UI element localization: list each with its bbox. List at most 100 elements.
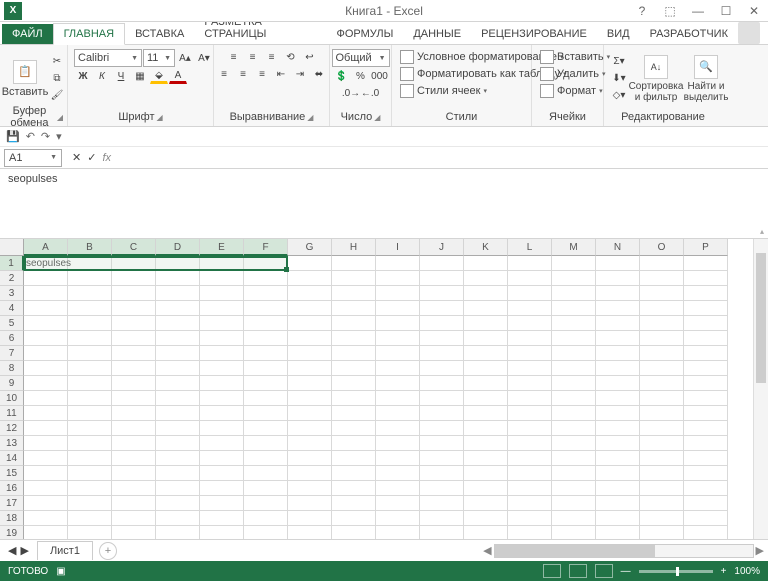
cell[interactable] <box>156 376 200 391</box>
italic-button[interactable]: К <box>93 68 111 84</box>
qat-redo-icon[interactable]: ↷ <box>41 130 50 143</box>
cell[interactable] <box>684 406 728 421</box>
cell[interactable] <box>508 436 552 451</box>
cell[interactable] <box>200 331 244 346</box>
cell[interactable] <box>376 421 420 436</box>
cell[interactable] <box>464 391 508 406</box>
cell[interactable] <box>464 466 508 481</box>
dialog-launcher-icon[interactable]: ◢ <box>57 113 63 122</box>
cell[interactable] <box>24 301 68 316</box>
cell[interactable] <box>112 316 156 331</box>
cell[interactable] <box>596 481 640 496</box>
cell[interactable] <box>684 511 728 526</box>
cell[interactable] <box>640 481 684 496</box>
cell[interactable] <box>332 391 376 406</box>
cell[interactable] <box>112 361 156 376</box>
cell[interactable] <box>376 271 420 286</box>
tab-developer[interactable]: РАЗРАБОТЧИК <box>640 24 738 44</box>
cell[interactable] <box>684 271 728 286</box>
cell[interactable] <box>684 421 728 436</box>
fx-icon[interactable]: fx <box>102 152 111 164</box>
help-icon[interactable]: ? <box>628 1 656 21</box>
cell[interactable] <box>288 436 332 451</box>
column-header[interactable]: H <box>332 239 376 256</box>
cell[interactable] <box>332 346 376 361</box>
cell[interactable] <box>244 391 288 406</box>
comma-icon[interactable]: 000 <box>371 68 389 84</box>
column-header[interactable]: F <box>244 239 288 256</box>
cell[interactable] <box>684 286 728 301</box>
column-header[interactable]: J <box>420 239 464 256</box>
cell[interactable] <box>112 346 156 361</box>
cell[interactable] <box>24 421 68 436</box>
cell[interactable] <box>376 256 420 271</box>
cell[interactable] <box>68 271 112 286</box>
cell[interactable] <box>640 346 684 361</box>
cell[interactable] <box>376 286 420 301</box>
cell[interactable] <box>508 346 552 361</box>
cell[interactable] <box>156 421 200 436</box>
cell[interactable] <box>464 361 508 376</box>
cell[interactable] <box>640 256 684 271</box>
row-header[interactable]: 5 <box>0 316 24 331</box>
decrease-decimal-icon[interactable]: ←.0 <box>361 85 379 101</box>
cell[interactable] <box>420 481 464 496</box>
sort-filter-button[interactable]: A↓ Сортировка и фильтр <box>632 53 680 105</box>
row-header[interactable]: 8 <box>0 361 24 376</box>
view-pagebreak-icon[interactable] <box>595 564 613 578</box>
tab-formulas[interactable]: ФОРМУЛЫ <box>326 24 403 44</box>
row-header[interactable]: 7 <box>0 346 24 361</box>
cell[interactable] <box>508 511 552 526</box>
cell[interactable] <box>596 331 640 346</box>
cell[interactable] <box>508 526 552 539</box>
decrease-font-icon[interactable]: A▾ <box>195 50 213 66</box>
cell[interactable] <box>596 391 640 406</box>
cell[interactable] <box>332 406 376 421</box>
row-header[interactable]: 3 <box>0 286 24 301</box>
cell[interactable] <box>200 301 244 316</box>
format-painter-icon[interactable]: 🖌 <box>48 88 66 104</box>
cell[interactable] <box>552 421 596 436</box>
cell[interactable] <box>24 496 68 511</box>
spreadsheet-grid[interactable]: ABCDEFGHIJKLMNOP 1seopulses2345678910111… <box>0 239 768 539</box>
dialog-launcher-icon[interactable]: ◢ <box>374 113 380 122</box>
cell[interactable] <box>200 511 244 526</box>
cell[interactable] <box>640 286 684 301</box>
cell[interactable] <box>420 256 464 271</box>
cell[interactable] <box>244 301 288 316</box>
cell-styles-button[interactable]: Стили ячеек▾ <box>398 83 489 99</box>
cell[interactable] <box>112 526 156 539</box>
cell[interactable] <box>508 271 552 286</box>
column-header[interactable]: K <box>464 239 508 256</box>
cell[interactable] <box>640 361 684 376</box>
cell[interactable] <box>332 496 376 511</box>
cell[interactable] <box>376 511 420 526</box>
number-format-dropdown[interactable]: Общий▼ <box>332 49 390 67</box>
cell[interactable] <box>684 316 728 331</box>
cell[interactable] <box>112 286 156 301</box>
cell[interactable] <box>332 376 376 391</box>
cell[interactable] <box>200 451 244 466</box>
qat-undo-icon[interactable]: ↶ <box>26 130 35 143</box>
cell[interactable] <box>640 511 684 526</box>
cell[interactable] <box>332 436 376 451</box>
zoom-out-icon[interactable]: — <box>621 566 631 577</box>
cell[interactable] <box>68 376 112 391</box>
cell[interactable] <box>464 286 508 301</box>
cell[interactable] <box>464 256 508 271</box>
cell[interactable] <box>464 406 508 421</box>
row-header[interactable]: 15 <box>0 466 24 481</box>
cell[interactable] <box>24 451 68 466</box>
cell[interactable] <box>640 271 684 286</box>
format-cells-button[interactable]: Формат▾ <box>538 83 605 99</box>
cell[interactable] <box>112 436 156 451</box>
cell[interactable] <box>24 331 68 346</box>
border-icon[interactable]: ▦ <box>131 68 149 84</box>
increase-decimal-icon[interactable]: .0→ <box>342 85 360 101</box>
cell[interactable] <box>244 466 288 481</box>
cell[interactable] <box>112 301 156 316</box>
cell[interactable] <box>596 271 640 286</box>
cell[interactable] <box>552 286 596 301</box>
formula-collapse-icon[interactable]: ▴ <box>760 227 764 236</box>
cell[interactable] <box>684 496 728 511</box>
